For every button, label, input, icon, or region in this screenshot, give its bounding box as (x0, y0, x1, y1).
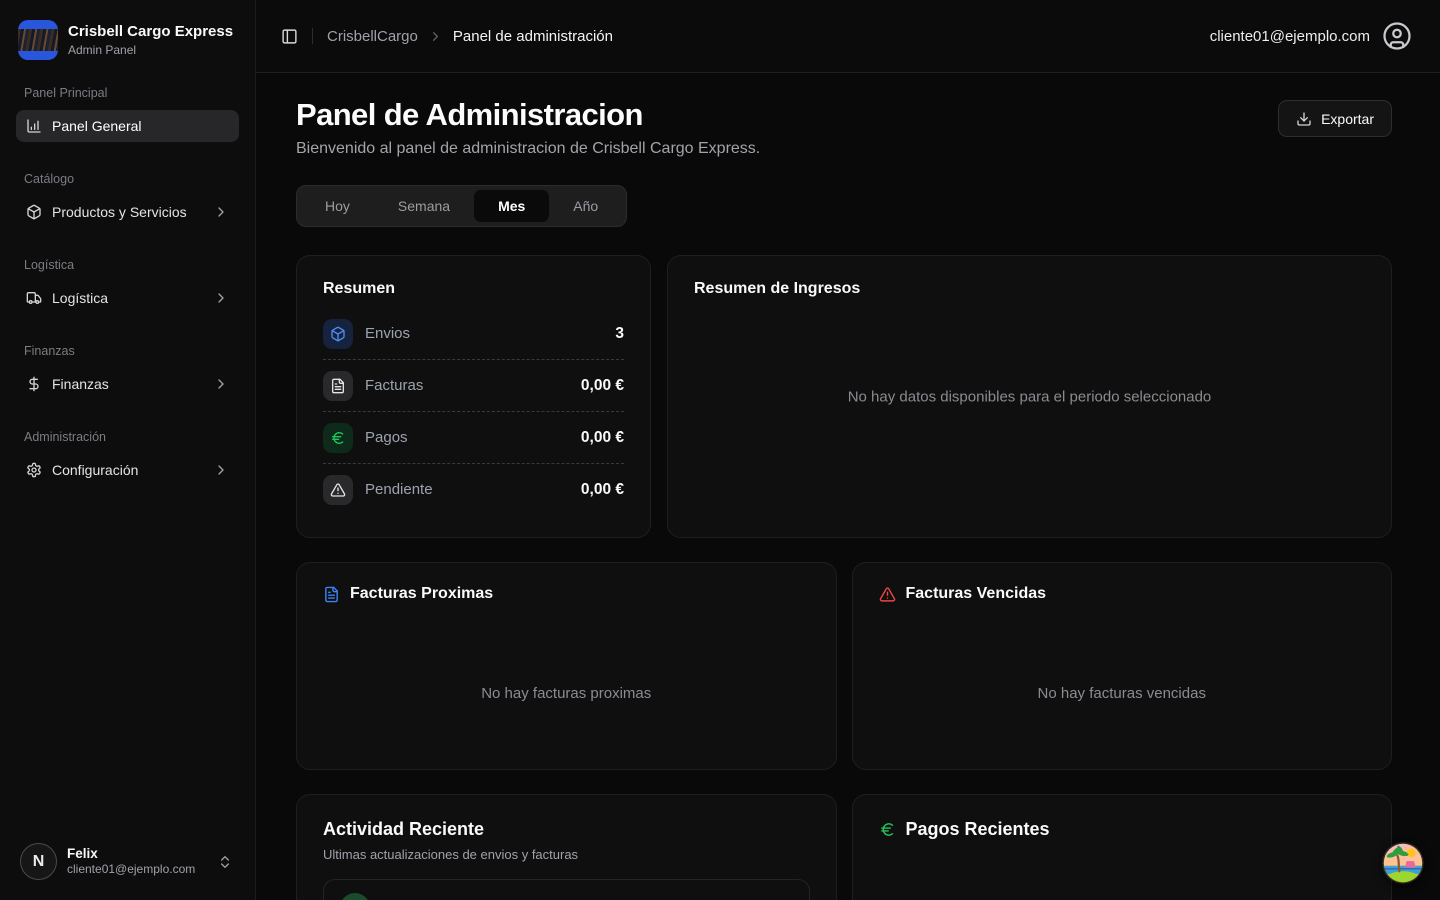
income-empty-message: No hay datos disponibles para el periodo… (668, 388, 1391, 405)
activity-list-item[interactable]: Nuevo envio: CRCE-0005 (323, 879, 810, 900)
breadcrumb: CrisbellCargo Panel de administración (327, 28, 613, 45)
overdue-invoices-card: Facturas Vencidas No hay facturas vencid… (852, 562, 1393, 770)
tab-hoy[interactable]: Hoy (301, 190, 374, 222)
summary-card: Resumen Envios 3 Facturas 0, (296, 255, 651, 538)
pendiente-value: 0,00 € (581, 481, 624, 499)
download-icon (1296, 111, 1312, 127)
sidebar-user-menu[interactable]: N Felix cliente01@ejemplo.com (16, 837, 239, 886)
file-text-icon (323, 586, 340, 603)
brand-title: Crisbell Cargo Express (68, 23, 233, 41)
facturas-value: 0,00 € (581, 377, 624, 395)
user-circle-icon[interactable] (1382, 21, 1412, 51)
truck-icon (26, 290, 42, 306)
chevron-right-icon (428, 29, 443, 44)
bar-chart-icon (26, 118, 42, 134)
upcoming-invoices-empty: No hay facturas proximas (297, 685, 836, 702)
sidebar-item-panel-general[interactable]: Panel General (16, 110, 239, 142)
page-title: Panel de Administracion (296, 97, 760, 133)
tropical-island-button[interactable] (1381, 841, 1425, 885)
alert-triangle-icon (323, 475, 353, 505)
chevrons-up-down-icon (217, 854, 233, 870)
sidebar-item-label: Finanzas (52, 376, 203, 392)
main-content: Panel de Administracion Bienvenido al pa… (256, 73, 1440, 900)
overdue-invoices-title: Facturas Vencidas (906, 585, 1047, 603)
period-tabs: Hoy Semana Mes Año (296, 185, 627, 227)
brand-subtitle: Admin Panel (68, 43, 233, 57)
summary-row-envios: Envios 3 (323, 308, 624, 360)
chevron-right-icon (213, 290, 229, 306)
chevron-right-icon (213, 462, 229, 478)
recent-payments-card: Pagos Recientes (852, 794, 1393, 900)
sidebar-item-label: Configuración (52, 462, 203, 478)
user-name: Felix (67, 846, 207, 863)
breadcrumb-current: Panel de administración (453, 28, 613, 45)
file-text-icon (323, 371, 353, 401)
sidebar-item-logistica[interactable]: Logística (16, 282, 239, 314)
envios-value: 3 (615, 325, 624, 343)
summary-title: Resumen (323, 280, 624, 298)
sidebar-nav: Panel Principal Panel General Catálogo P… (16, 86, 239, 837)
sidebar-item-configuracion[interactable]: Configuración (16, 454, 239, 486)
brand-logo (18, 20, 58, 60)
tab-ano[interactable]: Año (549, 190, 622, 222)
income-summary-card: Resumen de Ingresos No hay datos disponi… (667, 255, 1392, 538)
euro-icon (323, 423, 353, 453)
euro-icon (879, 821, 896, 838)
sidebar-item-label: Logística (52, 290, 203, 306)
page-subtitle: Bienvenido al panel de administracion de… (296, 140, 760, 158)
section-label-finanzas: Finanzas (16, 344, 239, 358)
tab-mes[interactable]: Mes (474, 190, 549, 222)
export-button[interactable]: Exportar (1278, 100, 1392, 137)
divider (312, 28, 313, 44)
sidebar: Crisbell Cargo Express Admin Panel Panel… (0, 0, 256, 900)
section-label-logistica: Logística (16, 258, 239, 272)
dollar-icon (26, 376, 42, 392)
upcoming-invoices-card: Facturas Proximas No hay facturas proxim… (296, 562, 837, 770)
sidebar-toggle-button[interactable] (274, 21, 304, 51)
income-title: Resumen de Ingresos (694, 280, 1365, 298)
recent-activity-subtitle: Ultimas actualizaciones de envios y fact… (323, 847, 810, 862)
breadcrumb-parent[interactable]: CrisbellCargo (327, 28, 418, 45)
alert-triangle-icon (879, 586, 896, 603)
section-label-administracion: Administración (16, 430, 239, 444)
section-label-panel-principal: Panel Principal (16, 86, 239, 100)
package-icon (26, 204, 42, 220)
account-email: cliente01@ejemplo.com (1210, 28, 1370, 45)
sidebar-item-productos-y-servicios[interactable]: Productos y Servicios (16, 196, 239, 228)
brand[interactable]: Crisbell Cargo Express Admin Panel (16, 16, 239, 60)
summary-row-pagos: Pagos 0,00 € (323, 412, 624, 464)
gear-icon (26, 462, 42, 478)
sidebar-item-label: Panel General (52, 118, 229, 134)
sidebar-item-finanzas[interactable]: Finanzas (16, 368, 239, 400)
recent-payments-title: Pagos Recientes (906, 819, 1050, 840)
section-label-catalogo: Catálogo (16, 172, 239, 186)
chevron-right-icon (213, 204, 229, 220)
avatar: N (20, 843, 57, 880)
tab-semana[interactable]: Semana (374, 190, 474, 222)
recent-activity-card: Actividad Reciente Ultimas actualizacion… (296, 794, 837, 900)
topbar: CrisbellCargo Panel de administración cl… (256, 0, 1440, 73)
sidebar-item-label: Productos y Servicios (52, 204, 203, 220)
status-dot-icon (340, 893, 370, 900)
chevron-right-icon (213, 376, 229, 392)
summary-row-facturas: Facturas 0,00 € (323, 360, 624, 412)
recent-activity-title: Actividad Reciente (323, 819, 810, 840)
overdue-invoices-empty: No hay facturas vencidas (853, 685, 1392, 702)
user-email: cliente01@ejemplo.com (67, 862, 207, 877)
pagos-value: 0,00 € (581, 429, 624, 447)
package-icon (323, 319, 353, 349)
upcoming-invoices-title: Facturas Proximas (350, 585, 493, 603)
summary-row-pendiente: Pendiente 0,00 € (323, 464, 624, 515)
